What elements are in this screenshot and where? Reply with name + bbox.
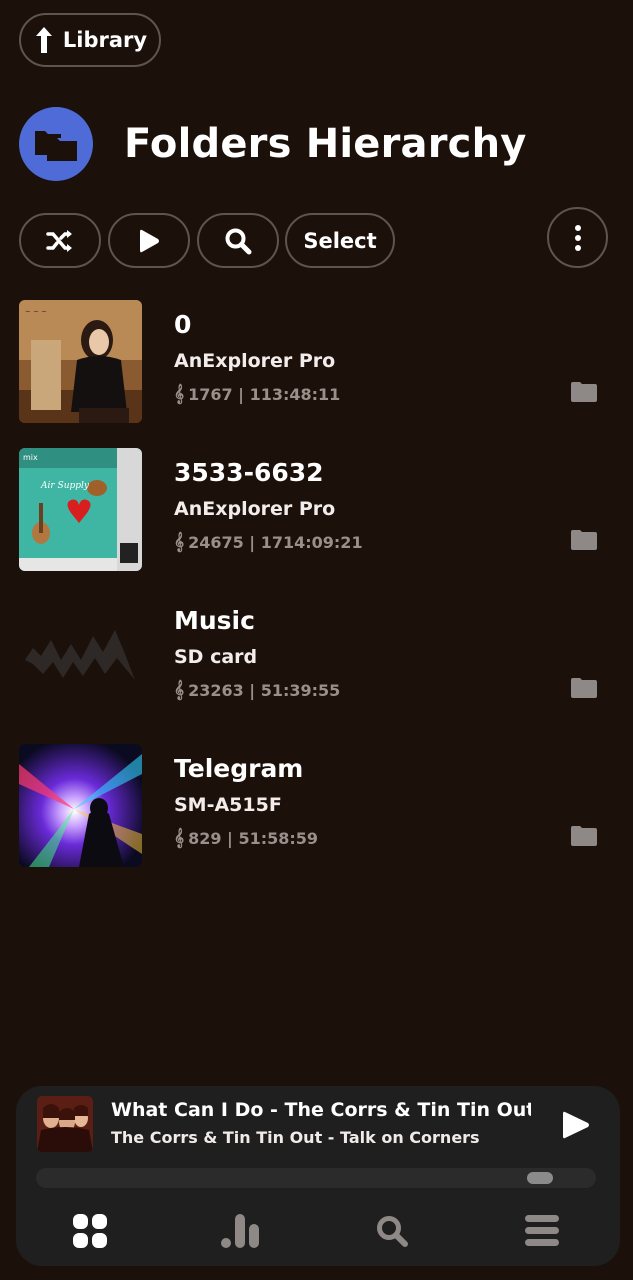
svg-text:~ ~ ~: ~ ~ ~ bbox=[25, 308, 47, 316]
folder-thumbnail bbox=[19, 744, 142, 867]
nav-search[interactable] bbox=[372, 1211, 412, 1251]
now-playing-artwork bbox=[37, 1096, 93, 1152]
folder-meta: 𝄞 829 | 51:58:59 bbox=[174, 828, 318, 848]
play-button[interactable] bbox=[562, 1110, 590, 1140]
air-supply-album-art: Air Supply mix bbox=[19, 448, 142, 571]
nav-grid[interactable] bbox=[70, 1211, 110, 1251]
folder-meta: 𝄞 1767 | 113:48:11 bbox=[174, 384, 340, 404]
folder-row[interactable]: Music SD card 𝄞 23263 | 51:39:55 bbox=[0, 594, 633, 719]
progress-bar[interactable] bbox=[36, 1168, 596, 1188]
folder-meta-text: 24675 | 1714:09:21 bbox=[188, 532, 363, 552]
library-button[interactable]: Library bbox=[19, 13, 161, 67]
folders-avatar bbox=[19, 107, 93, 181]
folder-meta: 𝄞 23263 | 51:39:55 bbox=[174, 680, 340, 700]
shuffle-icon bbox=[46, 229, 72, 252]
arrow-up-icon bbox=[35, 27, 52, 53]
folder-name: 0 bbox=[174, 310, 192, 339]
svg-text:mix: mix bbox=[23, 453, 38, 462]
album-art bbox=[37, 1096, 93, 1152]
folder-thumbnail: Air Supply mix bbox=[19, 448, 142, 571]
folder-row[interactable]: Air Supply mix 3533-6632 AnExplorer Pro … bbox=[0, 446, 633, 571]
menu-icon bbox=[525, 1215, 559, 1246]
folder-icon bbox=[571, 678, 597, 698]
folder-meta-text: 829 | 51:58:59 bbox=[188, 828, 319, 848]
progress-handle[interactable] bbox=[527, 1172, 553, 1184]
folders-icon bbox=[35, 131, 77, 161]
mini-player[interactable]: What Can I Do - The Corrs & Tin Tin Out … bbox=[16, 1086, 620, 1266]
page-title: Folders Hierarchy bbox=[124, 121, 527, 167]
search-icon bbox=[225, 228, 252, 254]
select-button[interactable]: Select bbox=[285, 213, 395, 268]
folder-source: AnExplorer Pro bbox=[174, 498, 336, 520]
folder-name: Music bbox=[174, 606, 255, 635]
music-note-icon: 𝄞 bbox=[174, 532, 185, 552]
grid-icon bbox=[73, 1214, 107, 1248]
light-rays-art bbox=[19, 744, 142, 867]
folder-meta-text: 23263 | 51:39:55 bbox=[188, 680, 341, 700]
folder-name: 3533-6632 bbox=[174, 458, 324, 487]
folder-thumbnail: ~ ~ ~ bbox=[19, 300, 142, 423]
library-label: Library bbox=[62, 28, 148, 52]
folder-icon bbox=[571, 382, 597, 402]
folder-source: SD card bbox=[174, 646, 258, 668]
now-playing-title: What Can I Do - The Corrs & Tin Tin Out … bbox=[111, 1099, 531, 1121]
folder-thumbnail bbox=[19, 596, 142, 719]
folder-name: Telegram bbox=[174, 754, 304, 783]
nav-menu[interactable] bbox=[522, 1211, 562, 1251]
folder-meta: 𝄞 24675 | 1714:09:21 bbox=[174, 532, 363, 552]
folder-meta-text: 1767 | 113:48:11 bbox=[188, 384, 341, 404]
select-label: Select bbox=[303, 228, 377, 253]
play-all-button[interactable] bbox=[108, 213, 190, 268]
more-vertical-icon bbox=[574, 224, 581, 251]
search-icon bbox=[377, 1216, 408, 1247]
nav-stats[interactable] bbox=[221, 1211, 261, 1251]
page-header: Folders Hierarchy bbox=[19, 107, 527, 181]
woman-portrait-art: ~ ~ ~ bbox=[19, 300, 142, 423]
folder-row[interactable]: Telegram SM-A515F 𝄞 829 | 51:58:59 bbox=[0, 742, 633, 867]
more-options-button[interactable] bbox=[547, 207, 608, 268]
play-icon bbox=[563, 1111, 589, 1139]
music-note-icon: 𝄞 bbox=[174, 828, 185, 848]
folder-icon bbox=[571, 826, 597, 846]
waveform-placeholder bbox=[19, 596, 142, 719]
svg-text:Air Supply: Air Supply bbox=[40, 481, 90, 491]
now-playing-artist: The Corrs & Tin Tin Out - Talk on Corner… bbox=[111, 1128, 480, 1147]
folder-icon bbox=[571, 530, 597, 550]
music-note-icon: 𝄞 bbox=[174, 680, 185, 700]
play-icon bbox=[140, 229, 159, 252]
folder-row[interactable]: ~ ~ ~ 0 AnExplorer Pro 𝄞 1767 | 113:48:1… bbox=[0, 298, 633, 423]
folder-source: SM-A515F bbox=[174, 794, 282, 816]
music-note-icon: 𝄞 bbox=[174, 384, 185, 404]
bottom-navigation bbox=[16, 1211, 620, 1251]
folder-source: AnExplorer Pro bbox=[174, 350, 336, 372]
bar-chart-icon bbox=[221, 1214, 259, 1248]
shuffle-button[interactable] bbox=[19, 213, 101, 268]
search-button[interactable] bbox=[197, 213, 279, 268]
